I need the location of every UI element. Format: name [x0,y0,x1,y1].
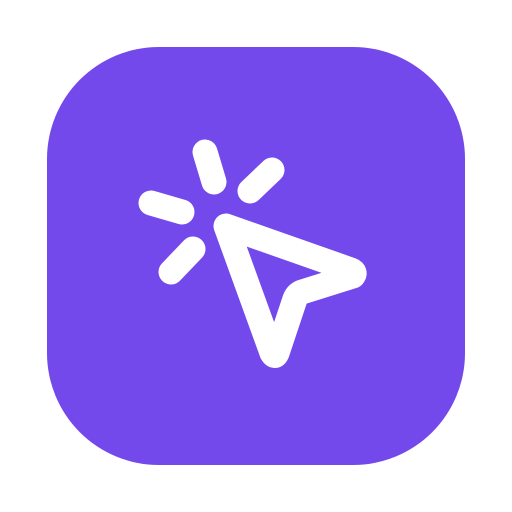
icon-canvas [0,0,512,512]
spark-line-bottom-left-icon [158,236,206,285]
spark-line-top-right-icon [237,157,285,204]
spark-line-left-icon [138,190,195,225]
cursor-arrow-icon [213,213,367,368]
click-cursor-icon [138,139,367,368]
spark-line-top-icon [192,139,227,195]
